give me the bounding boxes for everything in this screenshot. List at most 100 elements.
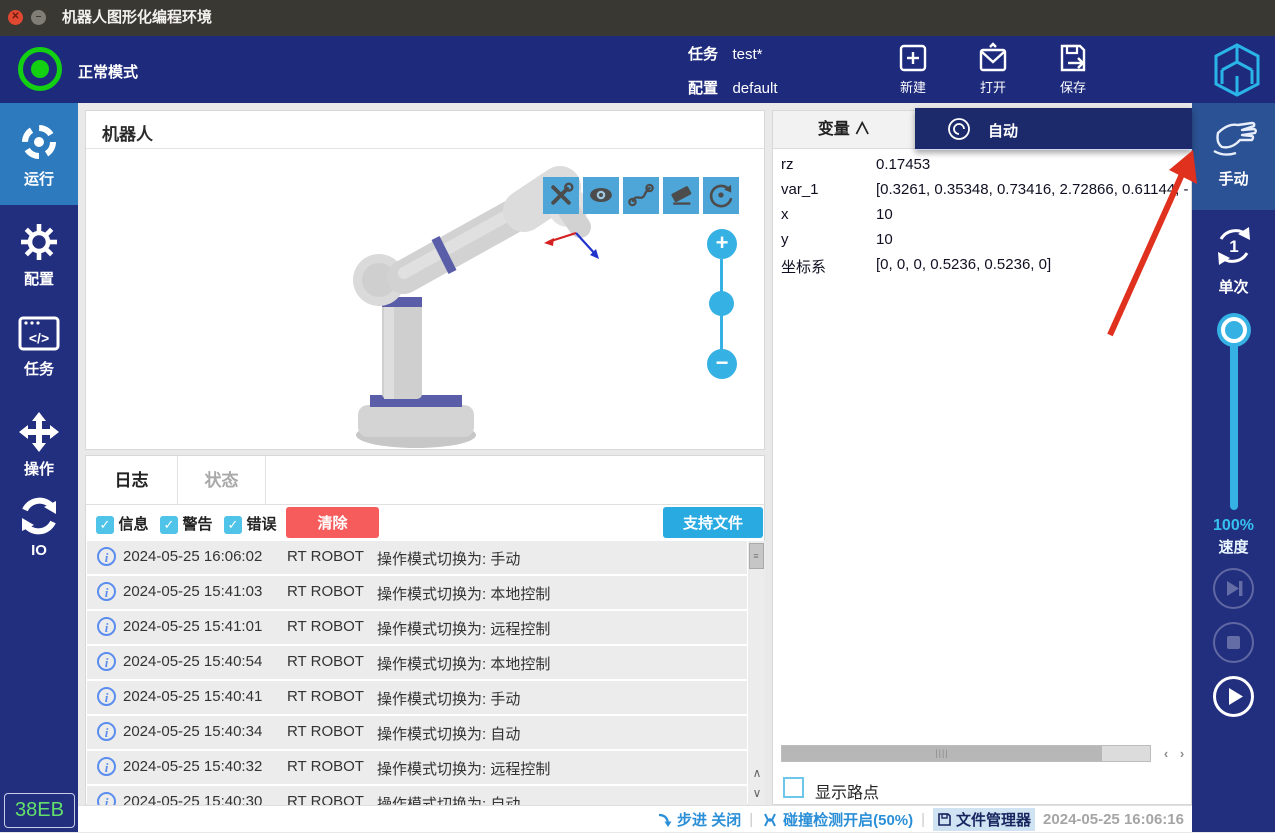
view-tools-button[interactable] (543, 177, 579, 214)
variable-name: x (781, 206, 789, 223)
tools-icon (547, 181, 575, 209)
log-tabs-filler (266, 456, 764, 505)
sidebar-item-label: 任务 (0, 358, 78, 379)
variables-hscrollbar-thumb[interactable]: |||| (782, 746, 1102, 761)
mode-dropdown: 自动 (915, 108, 1192, 150)
support-files-button[interactable]: 支持文件 (663, 507, 763, 538)
single-cycle-icon: 1 (1211, 223, 1257, 269)
info-icon: i (97, 547, 116, 566)
checkbox-checked-icon[interactable]: ✓ (160, 516, 178, 534)
log-source: RT ROBOT (287, 758, 364, 775)
checkbox-checked-icon[interactable]: ✓ (224, 516, 242, 534)
play-button[interactable] (1213, 676, 1254, 717)
step-button[interactable] (1213, 568, 1254, 609)
robot-panel-title: 机器人 (102, 120, 153, 145)
log-row: i 2024-05-25 15:40:54 RT ROBOT 操作模式切换为: … (87, 646, 747, 679)
tab-status[interactable]: 状态 (178, 456, 266, 505)
log-row: i 2024-05-25 16:06:02 RT ROBOT 操作模式切换为: … (87, 541, 747, 574)
log-source: RT ROBOT (287, 688, 364, 705)
variable-value: [0.3261, 0.35348, 0.73416, 2.72866, 0.61… (876, 181, 1189, 198)
open-icon (977, 42, 1009, 74)
single-label: 单次 (1192, 276, 1275, 297)
view-reset-button[interactable] (703, 177, 739, 214)
mode-label: 正常模式 (78, 61, 138, 82)
show-waypoints-checkbox[interactable] (783, 777, 804, 798)
auto-mode-icon (947, 117, 971, 141)
info-icon: i (97, 687, 116, 706)
io-swap-icon (18, 495, 60, 537)
sidebar-item-label: 运行 (0, 168, 78, 189)
speed-slider-handle[interactable] (1221, 317, 1247, 343)
robot-panel: 机器人 (85, 110, 765, 450)
speed-label: 速度 (1192, 536, 1275, 557)
log-row: i 2024-05-25 15:40:41 RT ROBOT 操作模式切换为: … (87, 681, 747, 714)
sidebar-item-task[interactable]: </> 任务 (0, 313, 78, 379)
scroll-down-icon[interactable]: ∨ (749, 784, 765, 802)
variable-value: 10 (876, 231, 893, 248)
new-button[interactable]: 新建 (881, 42, 945, 96)
sidebar-item-label: 配置 (0, 268, 78, 289)
zoom-in-button[interactable]: + (707, 229, 737, 259)
log-time: 2024-05-25 16:06:02 (123, 548, 262, 565)
task-row: 任务 test* (688, 43, 762, 64)
step-mode-label: 步进 关闭 (677, 809, 741, 830)
scroll-right-icon[interactable]: › (1174, 745, 1190, 762)
collision-status[interactable]: 碰撞检测开启(50%) (761, 809, 913, 830)
zoom-out-button[interactable]: − (707, 349, 737, 379)
view-visibility-button[interactable] (583, 177, 619, 214)
zoom-slider-handle[interactable] (709, 291, 734, 316)
log-message: 操作模式切换为: 远程控制 (377, 758, 550, 779)
log-message: 操作模式切换为: 自动 (377, 723, 520, 744)
sidebar-item-run[interactable]: 运行 (0, 103, 78, 205)
config-label: 配置 (688, 80, 718, 97)
sidebar-item-io[interactable]: IO (0, 495, 78, 559)
log-scrollbar-thumb[interactable]: ≡ (749, 543, 764, 569)
stop-button[interactable] (1213, 622, 1254, 663)
single-run-button[interactable]: 1 单次 (1192, 223, 1275, 297)
filter-info-checkbox[interactable]: ✓ 信息 (96, 513, 148, 534)
log-message: 操作模式切换为: 手动 (377, 548, 520, 569)
log-row: i 2024-05-25 15:41:01 RT ROBOT 操作模式切换为: … (87, 611, 747, 644)
variable-row: y 10 (773, 228, 1189, 253)
variables-table[interactable]: rz 0.17453 var_1 [0.3261, 0.35348, 0.734… (773, 153, 1189, 278)
file-manager-button[interactable]: 文件管理器 (933, 808, 1035, 831)
svg-text:1: 1 (1229, 237, 1238, 256)
sidebar-item-config[interactable]: 配置 (0, 221, 78, 289)
tab-variables[interactable]: 变量 ∧ (773, 111, 916, 149)
filter-info-label: 信息 (118, 516, 148, 533)
minimize-icon[interactable]: – (31, 10, 46, 25)
variables-hscrollbar[interactable]: |||| (781, 745, 1151, 762)
variable-row: 坐标系 [0, 0, 0, 0.5236, 0.5236, 0] (773, 253, 1189, 278)
tab-log[interactable]: 日志 (86, 456, 178, 505)
new-file-icon (897, 42, 929, 74)
filter-error-checkbox[interactable]: ✓ 错误 (224, 513, 276, 534)
status-timestamp: 2024-05-25 16:06:16 (1043, 811, 1184, 828)
log-list[interactable]: i 2024-05-25 16:06:02 RT ROBOT 操作模式切换为: … (87, 541, 747, 805)
scroll-left-icon[interactable]: ‹ (1158, 745, 1174, 762)
log-time: 2024-05-25 15:41:03 (123, 583, 262, 600)
mode-manual-button[interactable]: 手动 (1192, 103, 1275, 210)
config-row: 配置 default (688, 77, 778, 98)
clear-button[interactable]: 清除 (286, 507, 379, 538)
speed-slider-track[interactable] (1230, 328, 1238, 510)
log-source: RT ROBOT (287, 653, 364, 670)
log-row: i 2024-05-25 15:40:30 RT ROBOT 操作模式切换为: … (87, 786, 747, 805)
filter-error-label: 错误 (246, 516, 276, 533)
step-mode-status[interactable]: 步进 关闭 (657, 809, 741, 830)
view-erase-button[interactable] (663, 177, 699, 214)
scroll-up-icon[interactable]: ∧ (749, 764, 765, 782)
info-icon: i (97, 722, 116, 741)
variable-row: rz 0.17453 (773, 153, 1189, 178)
close-icon[interactable]: ✕ (8, 10, 23, 25)
sidebar-item-operate[interactable]: 操作 (0, 411, 78, 479)
view-path-button[interactable] (623, 177, 659, 214)
filter-warning-checkbox[interactable]: ✓ 警告 (160, 513, 212, 534)
open-button[interactable]: 打开 (961, 42, 1025, 96)
left-sidebar: 运行 配置 </> 任务 操 (0, 103, 78, 832)
log-message: 操作模式切换为: 自动 (377, 793, 520, 805)
run-icon (18, 121, 60, 163)
checkbox-checked-icon[interactable]: ✓ (96, 516, 114, 534)
save-button[interactable]: 保存 (1041, 42, 1105, 96)
collision-label: 碰撞检测开启(50%) (783, 809, 913, 830)
mode-option-auto[interactable]: 自动 (915, 108, 1192, 150)
